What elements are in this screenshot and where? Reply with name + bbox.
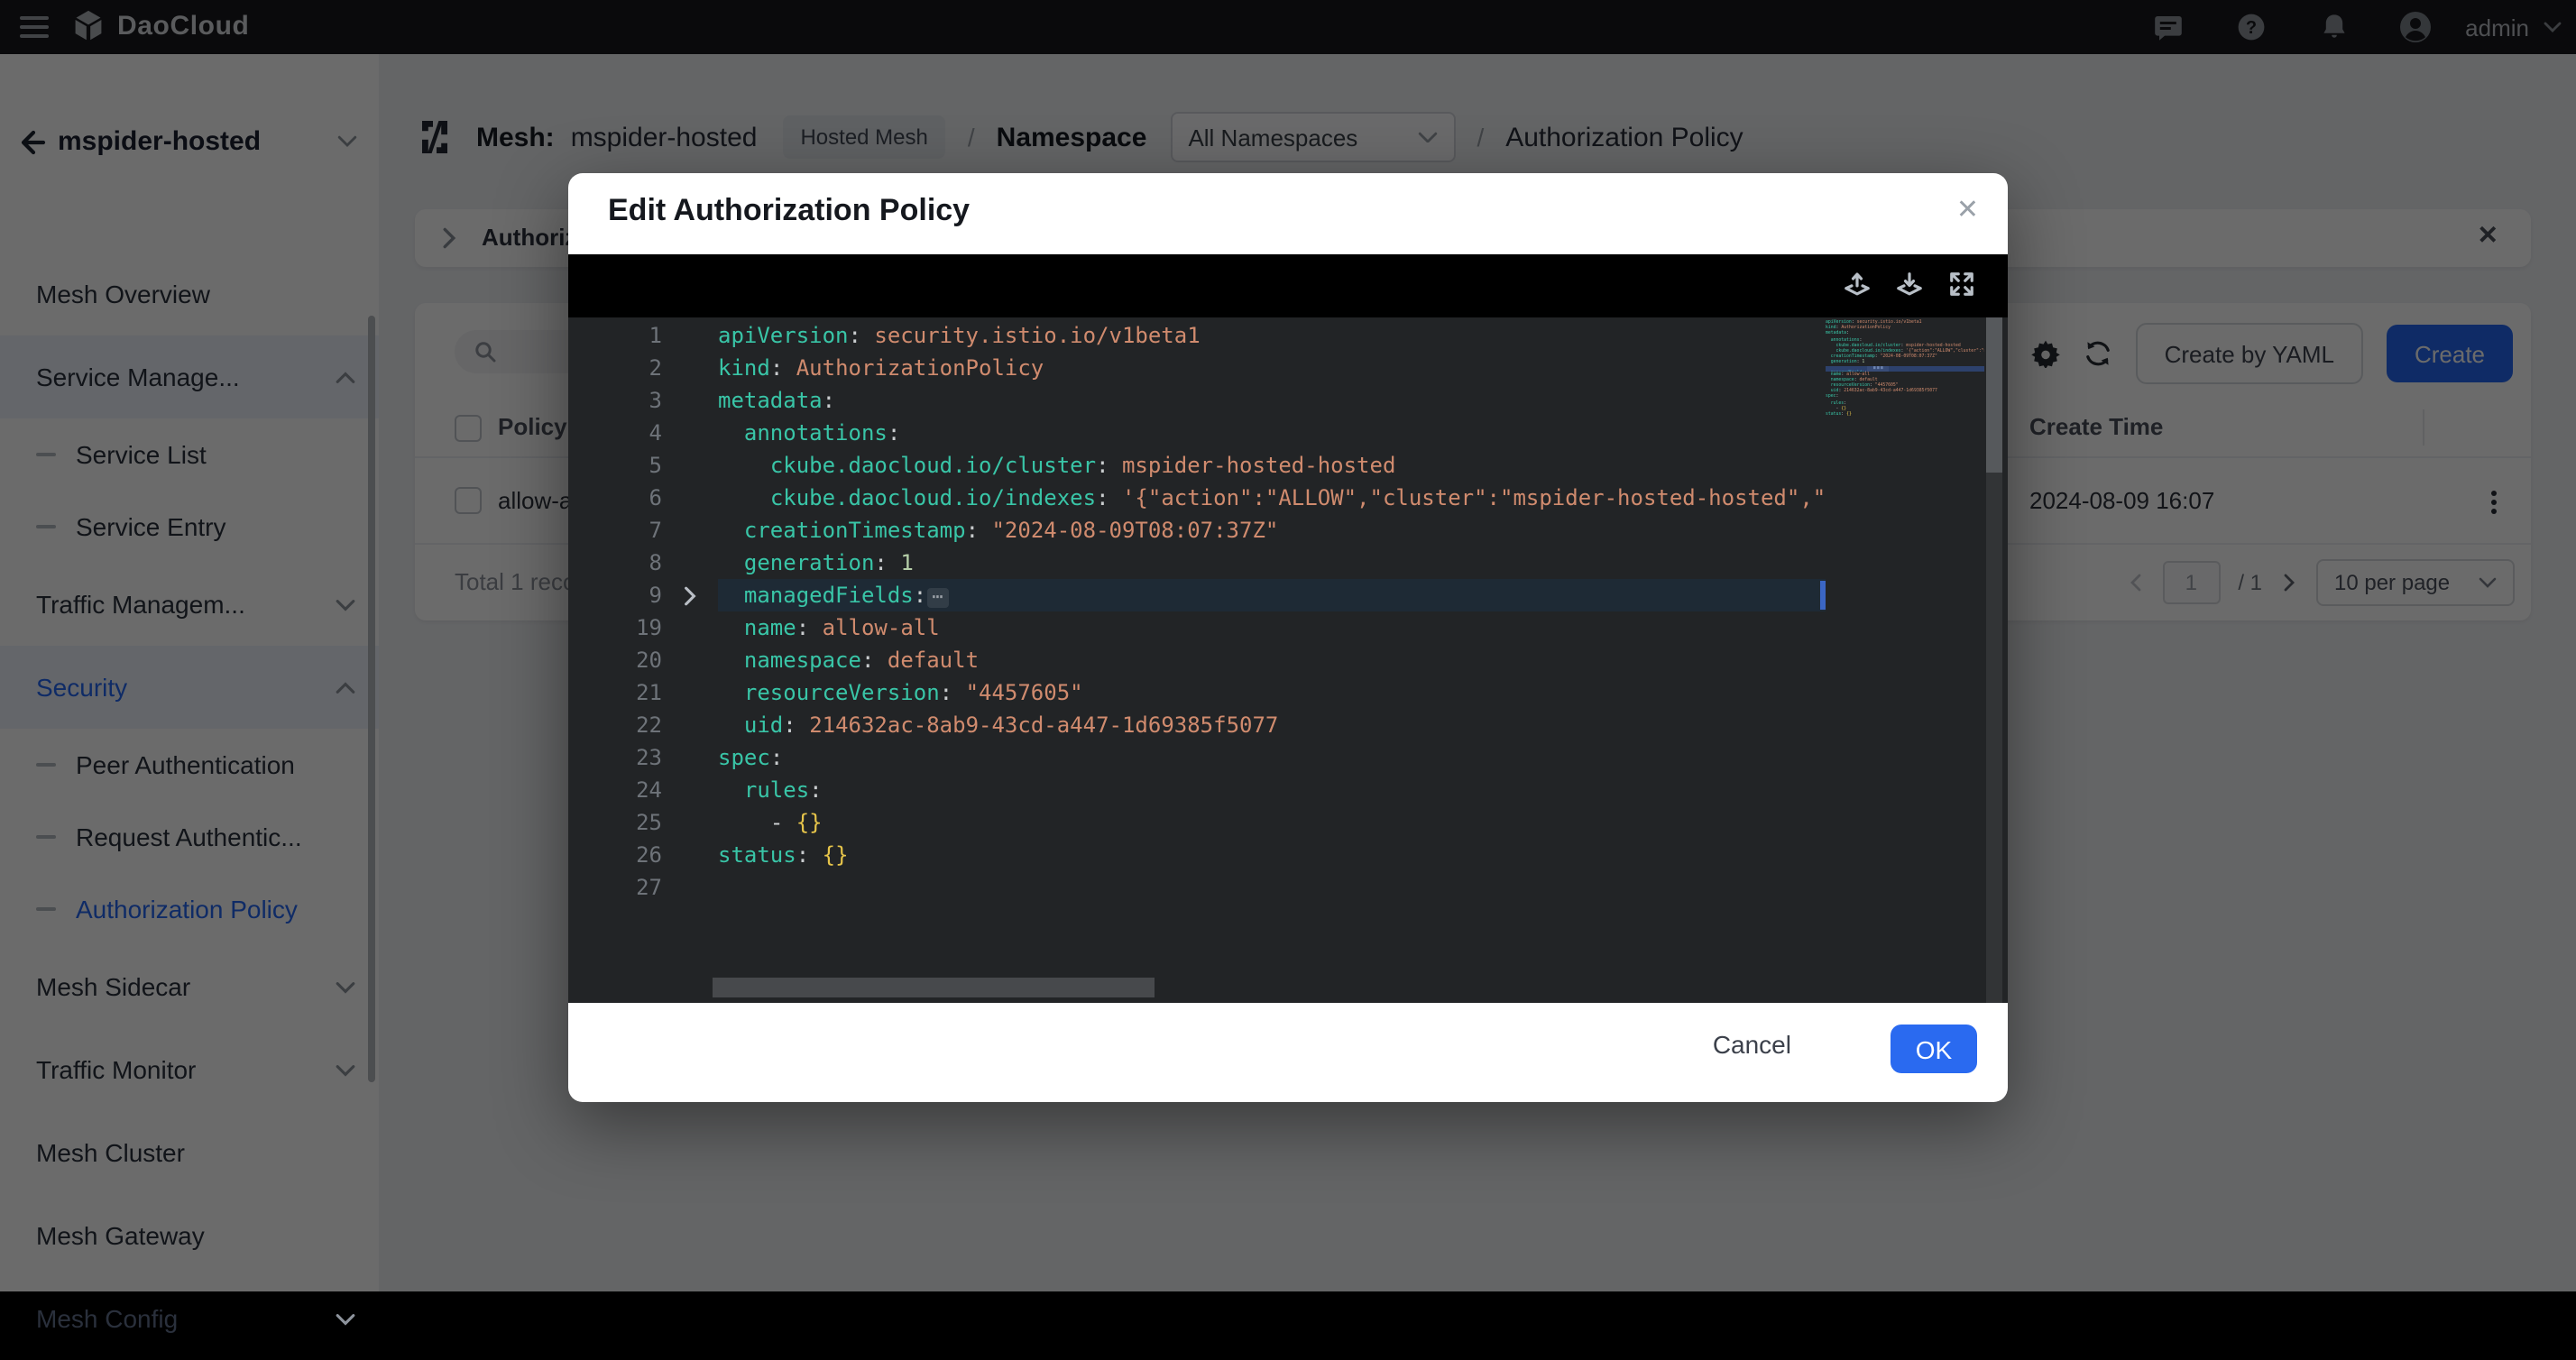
gutter-line: 4 [568,417,718,449]
code-line[interactable]: kind: AuthorizationPolicy [718,352,1826,384]
code-line[interactable]: generation: 1 [718,547,1826,579]
gutter-line: 9 [568,579,718,611]
gutter-line: 21 [568,676,718,709]
modal-close-icon[interactable]: ✕ [1956,193,1979,225]
code-line[interactable]: ckube.daocloud.io/indexes: '{"action":"A… [718,482,1826,514]
cancel-button[interactable]: Cancel [1713,1030,1791,1059]
code-line[interactable]: rules: [718,774,1826,806]
gutter-line: 8 [568,547,718,579]
editor-minimap[interactable]: apiVersion: security.istio.io/v1beta1kin… [1826,319,1984,423]
code-line[interactable]: name: allow-all [718,611,1826,644]
gutter-line: 6 [568,482,718,514]
app-root: DaoCloud ? admin mspider-hosted Mesh Ove… [0,0,2576,1291]
gutter-line: 3 [568,384,718,417]
code-line[interactable]: resourceVersion: "4457605" [718,676,1826,709]
yaml-editor[interactable]: 123456789192021222324252627 apiVersion: … [568,254,2008,1003]
gutter-line: 24 [568,774,718,806]
code-line[interactable] [718,871,1826,904]
gutter-line: 22 [568,709,718,741]
ok-button[interactable]: OK [1891,1025,1977,1073]
code-line[interactable]: apiVersion: security.istio.io/v1beta1 [718,319,1826,352]
code-line[interactable]: ckube.daocloud.io/cluster: mspider-hoste… [718,449,1826,482]
code-line[interactable]: uid: 214632ac-8ab9-43cd-a447-1d69385f507… [718,709,1826,741]
code-line[interactable]: managedFields:⋯ [718,579,1826,611]
fullscreen-icon[interactable] [1948,271,1975,298]
overview-ruler-mark [1820,581,1826,610]
gutter-line: 2 [568,352,718,384]
minimap-line [1826,417,1984,422]
editor-toolbar [568,254,2008,317]
code-line[interactable]: creationTimestamp: "2024-08-09T08:07:37Z… [718,514,1826,547]
code-line[interactable]: - {} [718,806,1826,839]
gutter-line: 19 [568,611,718,644]
modal-footer: Cancel OK [568,1003,2008,1102]
minimap-highlight [1826,365,1984,372]
editor-vertical-scrollbar[interactable] [1986,317,2002,1003]
editor-code[interactable]: apiVersion: security.istio.io/v1beta1kin… [718,319,1826,904]
gutter-line: 5 [568,449,718,482]
code-line[interactable]: metadata: [718,384,1826,417]
code-line[interactable]: namespace: default [718,644,1826,676]
editor-horizontal-scrollbar[interactable] [713,978,1155,997]
upload-icon[interactable] [1844,271,1871,298]
code-line[interactable]: status: {} [718,839,1826,871]
gutter-line: 26 [568,839,718,871]
gutter-line: 20 [568,644,718,676]
fold-expand-icon[interactable] [662,585,718,605]
editor-body[interactable]: 123456789192021222324252627 apiVersion: … [568,317,2008,1003]
download-icon[interactable] [1896,271,1923,298]
gutter-line: 27 [568,871,718,904]
modal-title: Edit Authorization Policy [608,193,970,229]
edit-authorization-policy-modal: Edit Authorization Policy ✕ 123456789192… [568,173,2008,1102]
gutter-line: 23 [568,741,718,774]
sidebar-item-label: Mesh Config [36,1304,178,1333]
editor-gutter: 123456789192021222324252627 [568,319,718,904]
gutter-line: 7 [568,514,718,547]
gutter-line: 25 [568,806,718,839]
gutter-line: 1 [568,319,718,352]
code-line[interactable]: annotations: [718,417,1826,449]
code-line[interactable]: spec: [718,741,1826,774]
chevron-down-icon [336,1312,355,1325]
